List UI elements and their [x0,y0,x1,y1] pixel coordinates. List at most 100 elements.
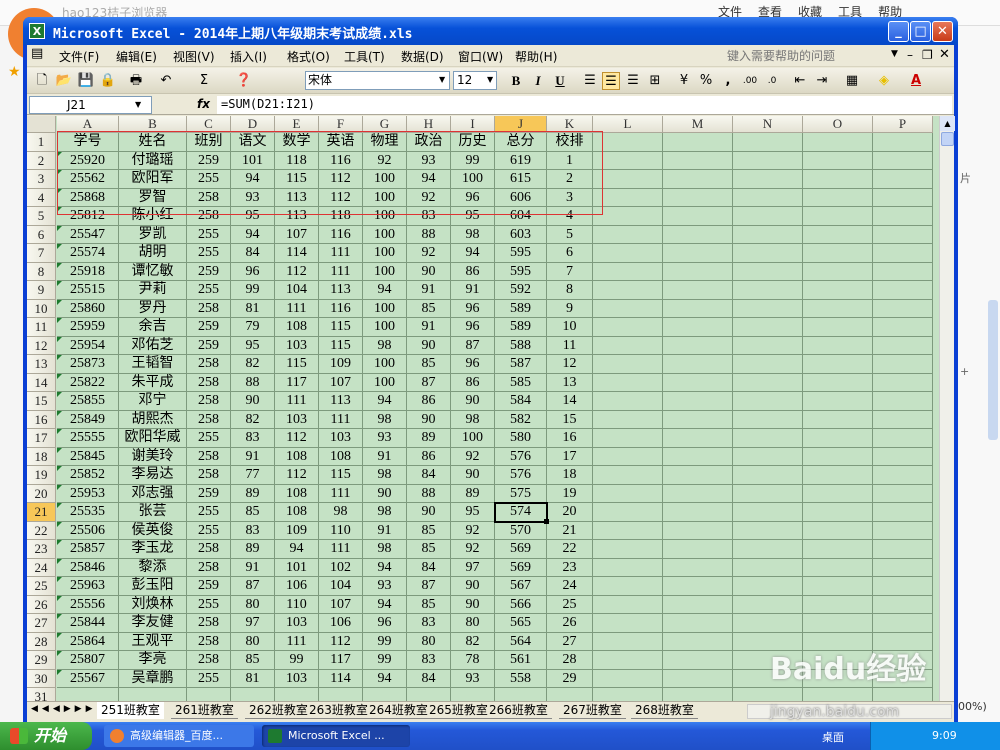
table-cell[interactable] [733,299,803,318]
table-cell[interactable] [593,688,663,701]
table-cell[interactable] [733,688,803,701]
table-cell[interactable]: 胡明 [119,244,187,263]
row-header[interactable]: 17 [27,429,56,448]
row-header[interactable]: 5 [27,207,56,226]
menu-view[interactable]: 视图(V) [173,48,215,65]
table-cell[interactable]: 94 [363,595,407,614]
table-cell[interactable]: 94 [363,281,407,300]
table-cell[interactable]: 100 [363,170,407,189]
row-header[interactable]: 4 [27,188,56,207]
table-cell[interactable] [733,188,803,207]
table-cell[interactable] [733,355,803,374]
table-cell[interactable] [593,447,663,466]
table-cell[interactable]: 603 [495,225,547,244]
table-cell[interactable]: 100 [363,207,407,226]
column-header-f[interactable]: F [319,116,363,133]
table-cell[interactable]: 李亮 [119,651,187,670]
sheet-tab[interactable]: 267班教室 [559,702,626,719]
table-cell[interactable] [803,540,873,559]
table-cell[interactable]: 班别 [187,133,231,152]
table-cell[interactable]: 25864 [57,632,119,651]
table-cell[interactable]: 英语 [319,133,363,152]
table-cell[interactable] [663,355,733,374]
table-cell[interactable] [593,188,663,207]
comma-button[interactable]: , [719,72,737,90]
table-cell[interactable] [663,392,733,411]
table-cell[interactable]: 115 [275,355,319,374]
table-cell[interactable]: 589 [495,299,547,318]
table-cell[interactable]: 83 [407,614,451,633]
table-cell[interactable]: 25849 [57,410,119,429]
table-cell[interactable]: 103 [319,429,363,448]
table-cell[interactable] [663,244,733,263]
table-cell[interactable] [663,466,733,485]
sheet-tab[interactable]: 262班教室 [245,702,312,719]
table-cell[interactable]: 569 [495,558,547,577]
table-cell[interactable] [803,392,873,411]
table-cell[interactable]: 258 [187,540,231,559]
table-cell[interactable]: 语文 [231,133,275,152]
table-cell[interactable]: 95 [451,207,495,226]
table-cell[interactable]: 91 [231,447,275,466]
table-cell[interactable]: 90 [231,392,275,411]
table-cell[interactable] [873,336,933,355]
table-cell[interactable]: 94 [231,225,275,244]
decrease-decimal-icon[interactable]: .0 [763,72,781,90]
table-cell[interactable] [593,651,663,670]
table-cell[interactable]: 77 [231,466,275,485]
table-cell[interactable]: 100 [363,373,407,392]
table-cell[interactable]: 25918 [57,262,119,281]
row-header[interactable]: 3 [27,170,56,189]
table-cell[interactable] [733,244,803,263]
table-cell[interactable]: 103 [275,410,319,429]
row-header[interactable]: 8 [27,262,56,281]
table-cell[interactable]: 26 [547,614,593,633]
table-cell[interactable]: 258 [187,558,231,577]
table-cell[interactable]: 侯英俊 [119,521,187,540]
table-cell[interactable]: 258 [187,355,231,374]
table-cell[interactable]: 87 [451,336,495,355]
table-cell[interactable]: 92 [451,521,495,540]
table-cell[interactable]: 91 [363,521,407,540]
table-cell[interactable]: 总分 [495,133,547,152]
table-cell[interactable]: 112 [275,429,319,448]
table-cell[interactable] [803,558,873,577]
table-cell[interactable]: 黎添 [119,558,187,577]
table-cell[interactable] [803,225,873,244]
table-cell[interactable]: 25845 [57,447,119,466]
menu-format[interactable]: 格式(O) [287,48,330,65]
table-cell[interactable]: 欧阳华威 [119,429,187,448]
tab-nav-arrows-icon[interactable]: ◀◀◀▶▶▶ [31,704,97,714]
decrease-indent-icon[interactable]: ⇤ [791,72,809,90]
table-cell[interactable] [663,133,733,152]
row-header[interactable]: 25 [27,577,56,596]
table-cell[interactable]: 80 [231,632,275,651]
table-cell[interactable] [873,133,933,152]
table-cell[interactable]: 4 [547,207,593,226]
table-cell[interactable] [119,688,187,701]
table-cell[interactable]: 258 [187,632,231,651]
table-cell[interactable]: 94 [231,170,275,189]
table-cell[interactable] [733,225,803,244]
sheet-tab[interactable]: 264班教室 [365,702,432,719]
table-cell[interactable]: 96 [451,318,495,337]
table-cell[interactable] [733,540,803,559]
table-cell[interactable]: 80 [451,614,495,633]
undo-icon[interactable]: ↶ [157,72,175,90]
chevron-down-icon[interactable]: ▼ [439,75,445,84]
table-cell[interactable]: 565 [495,614,547,633]
table-cell[interactable] [873,299,933,318]
table-cell[interactable]: 103 [275,614,319,633]
chevron-down-icon[interactable]: ▼ [135,100,141,109]
table-cell[interactable]: 90 [451,595,495,614]
table-cell[interactable] [873,484,933,503]
table-cell[interactable]: 数学 [275,133,319,152]
align-center-icon[interactable]: ☰ [602,72,620,90]
sheet-tab[interactable]: 266班教室 [485,702,552,719]
table-cell[interactable]: 25844 [57,614,119,633]
table-cell[interactable] [803,466,873,485]
table-cell[interactable] [873,281,933,300]
table-cell[interactable]: 101 [275,558,319,577]
table-cell[interactable]: 25567 [57,669,119,688]
table-cell[interactable]: 99 [451,151,495,170]
